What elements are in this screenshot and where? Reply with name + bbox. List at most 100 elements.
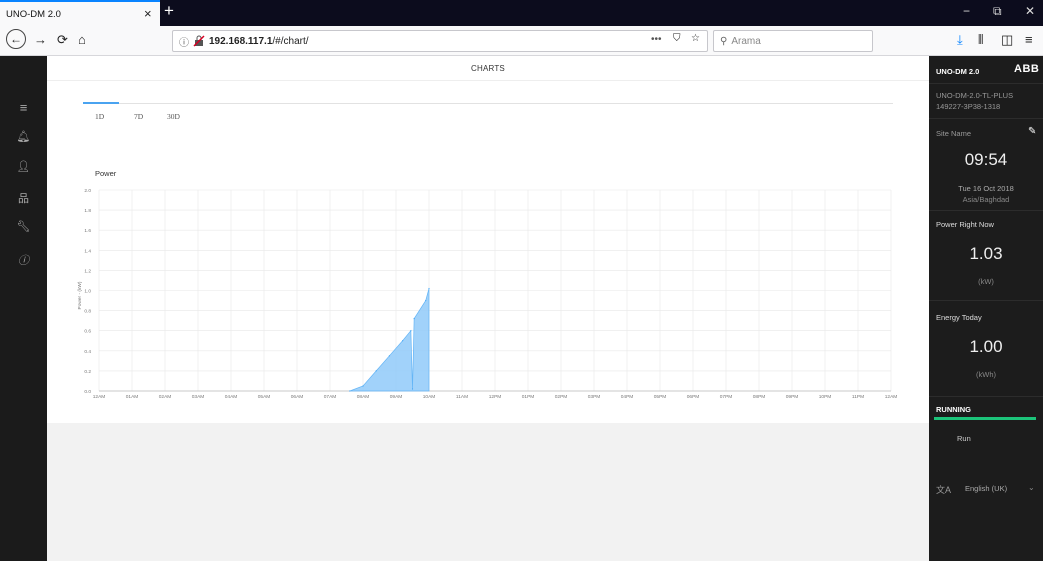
- browser-navbar: ← → ⟳ ⌂ ⓘ 192.168.117.1 /#/chart/ ••• ⛉ …: [0, 26, 1043, 56]
- user-icon[interactable]: 👤︎: [0, 160, 47, 173]
- main-content: CHARTS 1D 7D 30D Power 0.0 0.2 0.4 0.6 0.8 1.0…: [47, 56, 929, 561]
- charts-card: CHARTS 1D 7D 30D Power 0.0 0.2 0.4 0.6 0.8 1.0…: [47, 56, 929, 423]
- x-tick-label: 12AM: [93, 394, 106, 400]
- y-tick-label: 1.8: [84, 208, 91, 214]
- restore-icon[interactable]: ⧉: [993, 4, 1002, 19]
- x-tick-label: 04PM: [621, 394, 634, 400]
- y-tick-label: 0.4: [84, 349, 91, 355]
- x-tick-label: 09PM: [786, 394, 799, 400]
- y-tick-label: 0.6: [84, 329, 91, 335]
- y-tick-label: 1.6: [84, 228, 91, 234]
- page-actions-icon[interactable]: •••: [651, 34, 662, 45]
- browser-tab-strip: UNO-DM 2.0 × + − ⧉ ✕: [0, 0, 1043, 26]
- tab-30d[interactable]: 30D: [167, 112, 180, 121]
- hamburger-menu-icon[interactable]: ≡: [0, 100, 47, 115]
- y-tick-label: 1.0: [84, 289, 91, 295]
- abb-logo: ABB: [1014, 63, 1040, 75]
- home-icon[interactable]: ⌂: [78, 32, 86, 47]
- y-axis-label: Power - (kW): [77, 281, 83, 309]
- search-bar[interactable]: ⚲ Arama: [713, 30, 873, 52]
- energy-today-label: Energy Today: [936, 313, 982, 322]
- download-icon[interactable]: ⤓: [957, 32, 963, 48]
- close-window-icon[interactable]: ✕: [1025, 4, 1035, 18]
- back-icon[interactable]: ←: [6, 29, 26, 49]
- title-divider: [47, 80, 929, 81]
- x-tick-label: 06PM: [687, 394, 700, 400]
- y-tick-label: 1.4: [84, 248, 91, 254]
- y-tick-label: 1.2: [84, 268, 91, 274]
- tab-7d[interactable]: 7D: [134, 112, 143, 121]
- x-tick-label: 12AM: [885, 394, 898, 400]
- x-tick-label: 08PM: [753, 394, 766, 400]
- bell-icon[interactable]: 🔔︎: [0, 130, 47, 143]
- status-label: RUNNING: [936, 405, 971, 414]
- status-detail: Run: [957, 434, 971, 443]
- x-tick-label: 07AM: [324, 394, 337, 400]
- chart-title: Power: [95, 169, 117, 178]
- wrench-icon[interactable]: 🔧︎: [0, 220, 47, 233]
- energy-today-value: 1.00: [969, 337, 1003, 356]
- menu-icon[interactable]: ≡: [1025, 32, 1033, 47]
- language-select[interactable]: English (UK): [965, 484, 1007, 493]
- forward-icon[interactable]: →: [34, 32, 47, 47]
- power-data-point: [402, 340, 404, 342]
- minimize-icon[interactable]: −: [963, 4, 970, 18]
- clock-date: Tue 16 Oct 2018: [958, 184, 1014, 193]
- power-data-point: [413, 318, 415, 320]
- network-icon[interactable]: 品: [0, 190, 47, 206]
- pocket-icon[interactable]: ⛉: [673, 33, 681, 44]
- x-tick-label: 11AM: [456, 394, 468, 400]
- edit-pencil-icon[interactable]: ✎: [1028, 126, 1036, 137]
- browser-tab[interactable]: UNO-DM 2.0 ×: [0, 0, 160, 26]
- x-tick-label: 08AM: [357, 394, 370, 400]
- x-tick-label: 10AM: [423, 394, 436, 400]
- x-tick-label: 09AM: [390, 394, 403, 400]
- power-data-point: [425, 299, 427, 302]
- url-host: 192.168.117.1: [209, 35, 273, 47]
- device-serial: 149227-3P38-1318: [936, 102, 1001, 111]
- x-tick-label: 02PM: [555, 394, 568, 400]
- power-data-point: [428, 287, 430, 290]
- library-icon[interactable]: ⫴: [978, 32, 983, 48]
- search-placeholder: Arama: [731, 35, 761, 47]
- power-data-point: [349, 390, 351, 392]
- chevron-down-icon[interactable]: ⌄: [1028, 483, 1035, 492]
- x-tick-label: 01AM: [126, 394, 139, 400]
- clock-time: 09:54: [964, 150, 1008, 169]
- info-icon[interactable]: ⓘ: [0, 252, 47, 268]
- y-tick-label: 0.0: [84, 389, 91, 395]
- app-left-rail: ≡ 🔔︎ 👤︎ 品 🔧︎ ⓘ: [0, 56, 47, 561]
- x-tick-label: 11PM: [852, 394, 864, 400]
- x-tick-label: 05PM: [654, 394, 667, 400]
- bookmark-star-icon[interactable]: ☆: [691, 33, 700, 44]
- power-now-unit: (kW): [978, 277, 994, 286]
- insecure-lock-icon: [193, 35, 205, 47]
- translate-icon: 文A: [936, 485, 952, 495]
- power-data-point: [362, 385, 364, 387]
- url-bar[interactable]: ⓘ 192.168.117.1 /#/chart/ ••• ⛉ ☆: [172, 30, 708, 52]
- tab-1d[interactable]: 1D: [95, 112, 104, 121]
- reload-icon[interactable]: ⟳: [57, 32, 68, 48]
- site-info-icon[interactable]: ⓘ: [179, 34, 189, 49]
- x-tick-label: 12PM: [489, 394, 502, 400]
- x-tick-label: 01PM: [522, 394, 535, 400]
- power-area: [349, 288, 430, 392]
- power-data-point: [375, 370, 377, 372]
- x-tick-label: 07PM: [720, 394, 733, 400]
- site-name-label: Site Name: [936, 129, 972, 138]
- clock-timezone: Asia/Baghdad: [962, 195, 1010, 204]
- sidebar-toggle-icon[interactable]: ◫: [1001, 32, 1013, 48]
- x-tick-label: 03AM: [192, 394, 205, 400]
- power-chart: Power 0.0 0.2 0.4 0.6 0.8 1.0 1.2 1.4 1.6 1.8 2.0 12…: [77, 169, 898, 400]
- new-tab-button[interactable]: +: [164, 1, 174, 21]
- power-data-point: [410, 330, 412, 332]
- search-icon: ⚲: [720, 35, 728, 47]
- range-tab-divider: [83, 103, 893, 104]
- power-now-label: Power Right Now: [936, 220, 994, 229]
- energy-today-unit: (kWh): [976, 370, 996, 379]
- device-model: UNO-DM-2.0-TL-PLUS: [936, 91, 1014, 100]
- y-tick-label: 0.8: [84, 309, 91, 315]
- x-tick-label: 05AM: [258, 394, 271, 400]
- x-tick-label: 02AM: [159, 394, 172, 400]
- close-tab-icon[interactable]: ×: [144, 6, 152, 21]
